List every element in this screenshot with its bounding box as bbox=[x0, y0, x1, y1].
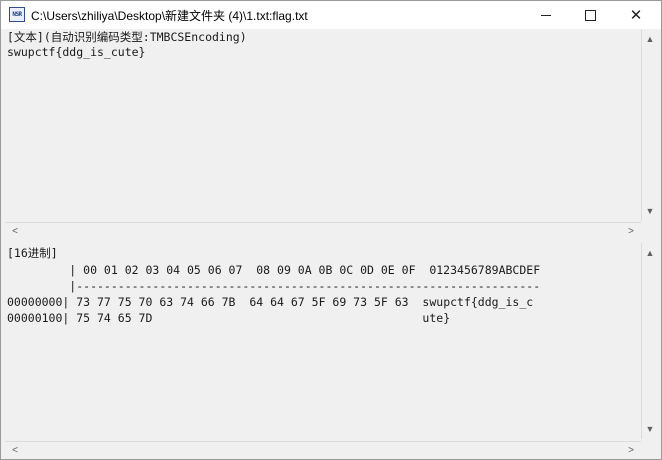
hex-row-offset: 00000100 bbox=[7, 311, 63, 325]
hex-row-ascii: ute} bbox=[422, 311, 451, 325]
scroll-down-icon[interactable]: ▼ bbox=[642, 421, 658, 437]
window-title: C:\Users\zhiliya\Desktop\新建文件夹 (4)\1.txt… bbox=[31, 9, 308, 23]
app-icon: NSR bbox=[9, 7, 25, 22]
text-pane-header: [文本](自动识别编码类型:TMBCSEncoding) bbox=[7, 30, 247, 44]
scroll-left-icon[interactable]: < bbox=[7, 442, 23, 458]
hex-row-bytes: | 75 74 65 7D bbox=[62, 311, 423, 325]
maximize-button[interactable] bbox=[567, 1, 613, 29]
hex-pane-header: [16进制] bbox=[7, 246, 58, 260]
title-bar[interactable]: NSR C:\Users\zhiliya\Desktop\新建文件夹 (4)\1… bbox=[1, 1, 661, 29]
text-pane-horizontal-scrollbar[interactable]: < > bbox=[5, 222, 641, 239]
text-pane-vertical-scrollbar[interactable]: ▲ ▼ bbox=[641, 29, 658, 221]
minimize-button[interactable] bbox=[523, 1, 569, 29]
scroll-up-icon[interactable]: ▲ bbox=[642, 31, 658, 47]
scroll-down-icon[interactable]: ▼ bbox=[642, 203, 658, 219]
hex-row[interactable]: 00000100| 75 74 65 7D ute} bbox=[7, 310, 450, 326]
hex-row-offset: 00000000 bbox=[7, 295, 63, 309]
close-icon: ✕ bbox=[629, 6, 643, 24]
close-button[interactable]: ✕ bbox=[613, 1, 659, 29]
hex-pane-vertical-scrollbar[interactable]: ▲ ▼ bbox=[641, 243, 658, 439]
hex-row[interactable]: 00000000| 73 77 75 70 63 74 66 7B 64 64 … bbox=[7, 294, 533, 310]
hex-column-header: | 00 01 02 03 04 05 06 07 08 09 0A 0B 0C… bbox=[7, 263, 541, 277]
hex-row-bytes: | 73 77 75 70 63 74 66 7B 64 64 67 5F 69… bbox=[62, 295, 423, 309]
minimize-icon bbox=[541, 14, 551, 16]
hex-separator: |---------------------------------------… bbox=[7, 279, 541, 293]
text-content[interactable]: swupctf{ddg_is_cute} bbox=[7, 44, 145, 60]
hex-pane[interactable]: [16进制] | 00 01 02 03 04 05 06 07 08 09 0… bbox=[5, 243, 641, 439]
hex-row-ascii: swupctf{ddg_is_c bbox=[422, 295, 534, 309]
viewer-window: NSR C:\Users\zhiliya\Desktop\新建文件夹 (4)\1… bbox=[0, 0, 662, 460]
text-pane[interactable]: [文本](自动识别编码类型:TMBCSEncoding) swupctf{ddg… bbox=[5, 29, 641, 221]
maximize-icon bbox=[584, 9, 596, 21]
scroll-up-icon[interactable]: ▲ bbox=[642, 245, 658, 261]
scrollbar-corner bbox=[641, 441, 657, 457]
scroll-left-icon[interactable]: < bbox=[7, 223, 23, 239]
scroll-right-icon[interactable]: > bbox=[623, 223, 639, 239]
scroll-right-icon[interactable]: > bbox=[623, 442, 639, 458]
hex-pane-horizontal-scrollbar[interactable]: < > bbox=[5, 441, 641, 458]
